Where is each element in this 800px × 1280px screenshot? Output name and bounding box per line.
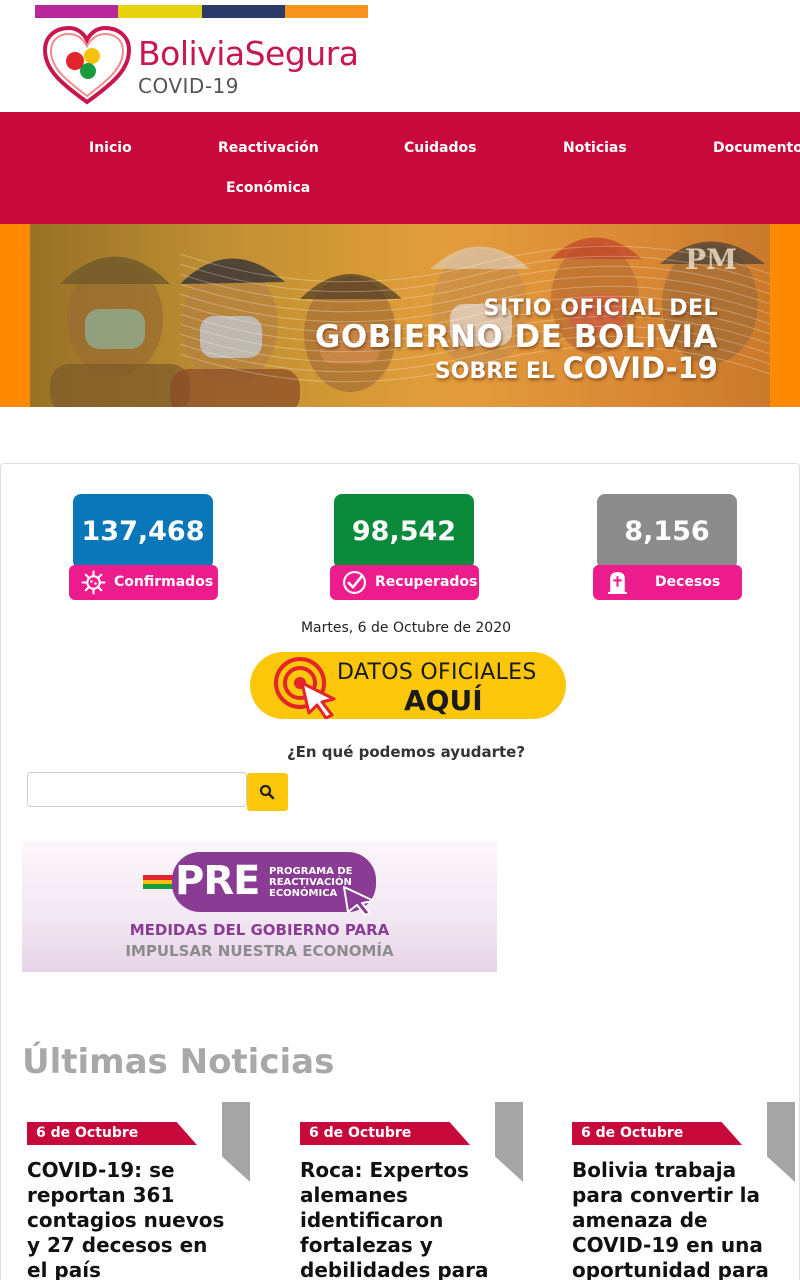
news-date: 6 de Octubre <box>27 1122 197 1145</box>
pre-logo-text: PRE <box>175 858 260 904</box>
pre-program-banner[interactable]: PRE PROGRAMA DE REACTIVACIÓN ECONÓMICA M… <box>22 841 497 972</box>
main-nav: Inicio Reactivación Económica Cuidados N… <box>0 112 800 224</box>
news-headline[interactable]: Bolivia trabaja para convertir la amenaz… <box>572 1158 777 1280</box>
page: BoliviaSegura COVID-19 Inicio Reactivaci… <box>0 0 800 1280</box>
stat-label-pill: Decesos <box>593 565 742 600</box>
hero-line-1: SITIO OFICIAL DEL <box>483 296 718 321</box>
search-input[interactable] <box>27 772 247 807</box>
virus-icon <box>81 570 106 595</box>
search-icon <box>259 784 275 800</box>
hero-headline: SITIO OFICIAL DEL GOBIERNO DE BOLIVIA SO… <box>315 298 718 383</box>
nav-item-documentos[interactable]: Documentos <box>713 128 800 168</box>
nav-item-inicio[interactable]: Inicio <box>89 128 132 168</box>
news-date: 6 de Octubre <box>572 1122 742 1145</box>
brand-title: BoliviaSegura <box>138 34 359 73</box>
stat-value-box: 137,468 <box>73 494 213 569</box>
nav-item-noticias[interactable]: Noticias <box>563 128 627 168</box>
target-click-icon <box>274 657 336 719</box>
hero-banner: PM SITIO OFICIAL DEL GOBIERNO DE BOLIVIA… <box>0 224 800 407</box>
hero-line-3: SOBRE EL COVID-19 <box>315 354 718 383</box>
stat-label: Recuperados <box>375 574 478 590</box>
bolivia-flag-icon <box>143 875 173 889</box>
report-date: Martes, 6 de Octubre de 2020 <box>300 620 512 636</box>
heart-logo-icon <box>42 26 132 105</box>
hero-line-2: GOBIERNO DE BOLIVIA <box>314 319 718 355</box>
brand-subtitle: COVID-19 <box>138 74 240 98</box>
search-button[interactable] <box>247 773 288 811</box>
stat-label: Confirmados <box>114 574 214 590</box>
site-logo[interactable]: BoliviaSegura COVID-19 <box>42 26 382 106</box>
official-data-line-2: AQUÍ <box>404 684 483 717</box>
hero-image: PM SITIO OFICIAL DEL GOBIERNO DE BOLIVIA… <box>30 224 770 407</box>
pre-headline-2: IMPULSAR NUESTRA ECONOMÍA <box>125 942 394 960</box>
stripe-magenta <box>35 5 119 18</box>
search-prompt: ¿En qué podemos ayudarte? <box>286 743 526 761</box>
news-section-title: Últimas Noticias <box>22 1042 335 1082</box>
stripe-navy <box>201 5 285 18</box>
news-date: 6 de Octubre <box>300 1122 470 1145</box>
nav-item-cuidados[interactable]: Cuidados <box>404 128 476 168</box>
official-data-line-1: DATOS OFICIALES <box>337 660 537 685</box>
official-data-button[interactable]: DATOS OFICIALES AQUÍ <box>250 652 566 719</box>
content-card: 137,468 Confirmados 98,542 Recuperados 8… <box>0 463 800 1280</box>
brand-color-stripe <box>35 5 368 18</box>
stat-value-box: 8,156 <box>597 494 737 569</box>
news-headline[interactable]: Roca: Expertos alemanes identificaron fo… <box>300 1158 505 1280</box>
stat-label-pill: Recuperados <box>330 565 479 600</box>
stripe-yellow <box>118 5 202 18</box>
stat-label-pill: Confirmados <box>69 565 218 600</box>
news-headline[interactable]: COVID-19: se reportan 361 contagios nuev… <box>27 1158 232 1280</box>
hero-line-3a: SOBRE EL <box>434 359 555 384</box>
pre-headline-1: MEDIDAS DEL GOBIERNO PARA <box>129 921 390 939</box>
cursor-arrow-icon <box>343 886 375 916</box>
nav-item-economica[interactable]: Económica <box>226 168 310 208</box>
hero-line-3b: COVID-19 <box>562 351 718 385</box>
check-badge-icon <box>343 571 366 594</box>
tombstone-icon <box>608 572 627 594</box>
stat-label: Decesos <box>655 574 721 590</box>
stat-value-box: 98,542 <box>334 494 474 569</box>
stripe-orange <box>284 5 368 18</box>
nav-item-reactivacion[interactable]: Reactivación <box>218 128 319 168</box>
